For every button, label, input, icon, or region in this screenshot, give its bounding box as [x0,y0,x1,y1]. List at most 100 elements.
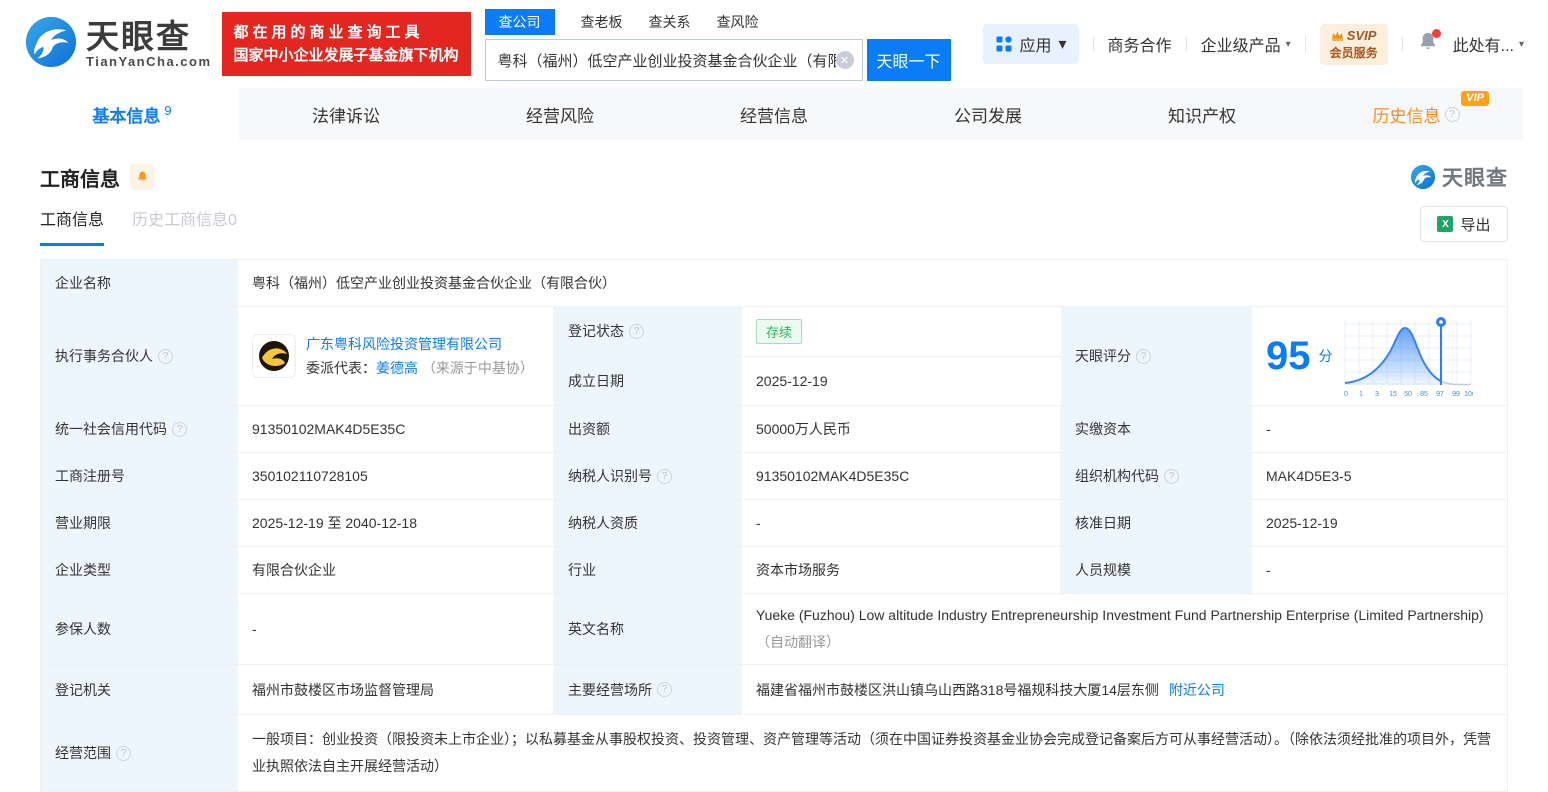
help-icon[interactable]: ? [158,348,173,364]
rep-source: （来源于中基协） [421,360,534,376]
divider [1401,36,1403,52]
chevron-down-icon: ▾ [1285,38,1291,50]
uscc-value: 91350102MAK4D5E35C [238,406,554,452]
help-icon[interactable]: ? [116,745,131,761]
help-icon[interactable]: ? [1136,348,1151,364]
industry-label: 行业 [554,547,742,593]
notification-dot [1431,28,1441,38]
svg-text:0: 0 [1344,391,1348,398]
apps-label: 应用 [1019,38,1052,55]
table-row: 经营范围 ? 一般项目：创业投资（限投资未上市企业）；以私募基金从事股权投资、投… [41,715,1507,792]
help-icon[interactable]: ? [1164,468,1179,484]
paid-capital-value: - [1266,421,1271,437]
tab-operation-info[interactable]: 经营信息 [667,88,881,140]
help-icon[interactable]: ? [657,468,672,484]
svg-text:1: 1 [1359,391,1363,398]
search-input[interactable] [497,51,836,69]
clear-icon[interactable]: ✕ [835,51,854,69]
business-cooperation-link[interactable]: 商务合作 [1108,32,1172,56]
nearby-companies-link[interactable]: 附近公司 [1169,680,1225,700]
main-premises-value: 福建省福州市鼓楼区洪山镇乌山西路318号福规科技大厦14层东侧 附近公司 [756,680,1225,700]
approve-date-value: 2025-12-19 [1266,515,1338,531]
establish-date-value: 2025-12-19 [756,372,828,389]
score-unit: 分 [1318,348,1333,364]
subtab-business-info[interactable]: 工商信息 [40,206,105,246]
help-icon[interactable]: ? [629,323,644,339]
insured-count-label: 参保人数 [41,594,238,664]
tab-legal-proceedings[interactable]: 法律诉讼 [239,88,453,140]
subtab-history-business-info[interactable]: 历史工商信息0 [132,206,237,243]
taxid-label: 纳税人识别号 ? [554,453,742,499]
user-name: 此处有... [1452,38,1514,55]
tab-history-info[interactable]: VIP 历史信息 ? [1309,88,1523,140]
partner-company-avatar [252,334,296,378]
establish-date-label: 成立日期 [554,356,742,405]
chevron-down-icon: ▾ [1518,38,1524,50]
tianyancha-logo[interactable]: 天眼查 TianYanCha.com [24,15,212,74]
crown-icon [1331,30,1344,41]
tab-operation-risk[interactable]: 经营风险 [453,88,667,140]
executive-partner-label: 执行事务合伙人 ? [41,307,238,405]
search-button[interactable]: 天眼一下 [866,39,951,81]
company-nav-tabs: 基本信息 9 法律诉讼 经营风险 经营信息 公司发展 知识产权 VIP 历史信息… [25,88,1523,140]
approve-date-label: 核准日期 [1061,500,1252,546]
tab-basic-info[interactable]: 基本信息 9 [25,88,239,140]
score-distribution-chart: 0 1 3 15 50 85 97 99 100 [1341,312,1473,400]
user-menu[interactable]: 此处有... ▾ [1453,32,1524,56]
member-service-label: 会员服务 [1329,45,1378,60]
taxid-value: 91350102MAK4D5E35C [742,453,1061,499]
help-icon[interactable]: ? [1444,106,1460,122]
company-type-label: 企业类型 [41,547,238,593]
search-tab-risk[interactable]: 查风险 [717,9,759,35]
section-title: 工商信息 [40,168,120,191]
partner-company-link[interactable]: 广东粤科风险投资管理有限公司 [306,336,502,352]
notification-bell-icon[interactable] [1417,28,1441,58]
watermark-text: 天眼查 [1442,167,1508,190]
capital-value: 50000万人民币 [742,406,1061,452]
svg-text:100: 100 [1464,391,1473,398]
excel-icon: X [1437,216,1454,232]
subscribe-bell-icon[interactable] [130,164,154,190]
business-scope-label: 经营范围 ? [41,715,238,791]
svip-member-button[interactable]: SVIP 会员服务 [1319,23,1388,65]
auto-translate-note: （自动翻译） [756,634,840,650]
search-tab-relation[interactable]: 查关系 [649,9,691,35]
search-tab-company[interactable]: 查公司 [484,9,555,35]
business-info-table: 企业名称 粤科（福州）低空产业创业投资基金合伙企业（有限合伙） 执行事务合伙人 … [40,259,1508,792]
export-button[interactable]: X 导出 [1420,206,1508,242]
orgcode-value: MAK4D5E3-5 [1266,468,1352,484]
search-tab-boss[interactable]: 查老板 [581,9,623,35]
executive-partner-value: 广东粤科风险投资管理有限公司 委派代表：姜德高 （来源于中基协） [238,307,554,405]
rep-label: 委派代表： [306,360,376,376]
vip-badge: VIP [1461,91,1489,106]
tianyan-score-value[interactable]: 95 分 0 1 3 15 50 85 97 99 10 [1252,307,1507,405]
staff-size-value: - [1266,562,1271,578]
watermark-logo: 天眼查 [1410,162,1508,192]
staff-size-label: 人员规模 [1061,547,1252,593]
svg-text:50: 50 [1404,391,1412,398]
tab-company-development[interactable]: 公司发展 [881,88,1095,140]
help-icon[interactable]: ? [172,421,187,437]
divider [1092,36,1094,52]
representative-link[interactable]: 姜德高 [376,360,418,376]
status-badge: 存续 [756,318,803,344]
company-type-value: 有限合伙企业 [238,547,554,593]
brand-domain: TianYanCha.com [86,53,212,69]
reg-status-value: 存续 [742,307,1061,356]
tab-count: 9 [164,102,172,118]
taxpayer-qualification-value: - [742,500,1061,546]
svg-text:99: 99 [1452,391,1460,398]
enterprise-products-link[interactable]: 企业级产品 ▾ [1201,32,1291,56]
tianyancha-logo-icon [24,15,78,74]
svg-text:15: 15 [1389,391,1397,398]
help-icon[interactable]: ? [657,682,672,697]
svip-label: SVIP [1346,27,1377,43]
paid-capital-label: 实缴资本 [1061,406,1252,452]
registration-authority-label: 登记机关 [41,665,238,714]
content-area: 工商信息 天眼查 工商信息 历史工商信息0 X 导出 企业名称 粤科（福州）低空 [0,140,1548,792]
table-row: 执行事务合伙人 ? 广东粤科风险投资管理有限公司 委派代表：姜德高 （来源于中基… [41,307,1507,406]
apps-button[interactable]: 应用 ▾ [982,24,1079,64]
tab-intellectual-property[interactable]: 知识产权 [1095,88,1309,140]
watermark-logo-icon [1410,164,1436,190]
tianyan-score-label: 天眼评分 ? [1061,307,1252,405]
